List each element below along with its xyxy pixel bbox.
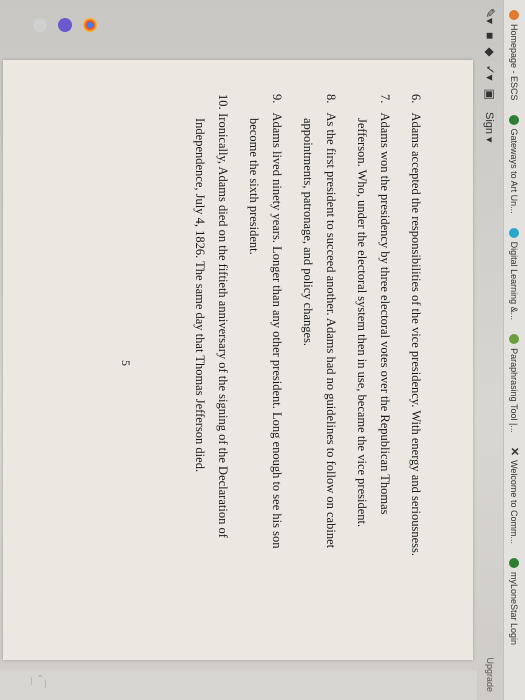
document-page: 6. Adams accepted the responsibilities o…	[3, 60, 473, 660]
app-icon[interactable]	[58, 18, 72, 32]
app-icon-2[interactable]	[33, 18, 47, 32]
upgrade-button[interactable]: Upgrade	[485, 657, 495, 692]
right-tool-panel: ‹ ⁀ ⁀	[0, 670, 477, 700]
highlight-icon[interactable]: ■	[483, 32, 497, 39]
bookmark-homepage[interactable]: Homepage - ESCS	[509, 10, 520, 101]
bookmarks-bar: Homepage - ESCS Gateways to Art Un... Di…	[503, 0, 525, 700]
paragraph-9: 9. Adams lived ninety years. Longer than…	[247, 94, 284, 549]
bookmark-digital-learning[interactable]: Digital Learning &...	[509, 227, 520, 320]
sign-dropdown[interactable]: Sign ▾	[484, 112, 497, 143]
bookmark-paraphrasing[interactable]: Paraphrasing Tool |...	[509, 334, 520, 433]
chrome-icon[interactable]	[83, 18, 97, 32]
paragraph-8: 8. As the first president to succeed ano…	[301, 94, 338, 549]
check-icon[interactable]: ✓▾	[483, 65, 497, 81]
rotated-screen: Homepage - ESCS Gateways to Art Un... Di…	[0, 0, 525, 700]
bookmark-gateways[interactable]: Gateways to Art Un...	[509, 114, 520, 214]
left-dock	[0, 0, 477, 60]
homepage-icon	[509, 10, 520, 20]
document-body: 6. Adams accepted the responsibilities o…	[180, 94, 427, 654]
shape-icon[interactable]: ◆	[483, 47, 497, 56]
paraphrasing-icon	[509, 334, 520, 345]
paragraph-10: 10. Ironically, Adams died on the fiftie…	[193, 94, 230, 538]
digital-learning-icon	[509, 227, 520, 238]
paragraph-6: 6. Adams accepted the responsibilities o…	[409, 94, 423, 557]
paragraph-7: 7. Adams won the presidency by three ele…	[355, 94, 392, 528]
mylonestar-icon	[509, 557, 520, 568]
bookmark-mylonestar[interactable]: myLoneStar Login	[509, 557, 520, 645]
pen-icon[interactable]: ✎▾	[483, 8, 497, 24]
textbox-icon[interactable]: ▣	[483, 89, 497, 100]
close-x-icon: ✕	[508, 446, 520, 457]
panel-tools[interactable]: ‹ ⁀ ⁀	[20, 670, 48, 692]
bookmark-welcome[interactable]: ✕ Welcome to Comm...	[508, 447, 521, 544]
page-number: 5	[119, 360, 133, 366]
pdf-toolbar: ✎▾ ■ ◆ ✓▾ ▣ Sign ▾	[477, 0, 503, 700]
gateways-icon	[509, 114, 520, 125]
